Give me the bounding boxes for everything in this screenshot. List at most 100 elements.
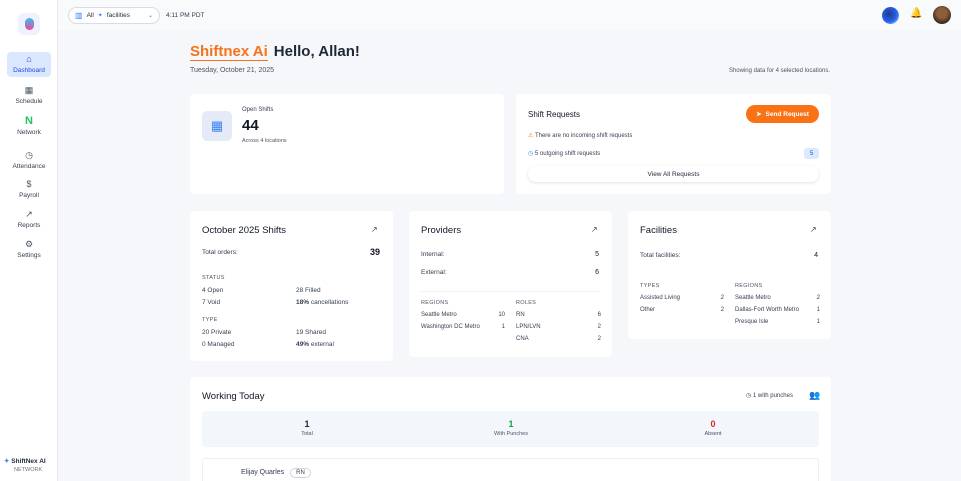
monthly-shifts-card[interactable]: October 2025 Shifts ↗ Total orders: 39 S…: [190, 211, 393, 361]
app-logo[interactable]: [18, 13, 40, 35]
sidebar-item-settings[interactable]: ⚙ Settings: [7, 239, 51, 259]
regions-caption: REGIONS: [421, 300, 449, 306]
chart-icon: ↗: [25, 209, 33, 219]
punches-label: 1 with punches: [752, 393, 793, 399]
stat-with-punches-label: With Punches: [494, 431, 528, 437]
divider: [421, 291, 600, 292]
working-today-stats: 1 Total 1 With Punches 0 Absent: [202, 411, 819, 447]
facility-region-name: Dallas-Fort Worth Metro: [735, 307, 799, 313]
managed-count: 0 Managed: [202, 341, 235, 348]
chevron-down-icon: ⌄: [147, 13, 153, 19]
dollar-icon: $: [26, 179, 32, 189]
facilities-title: Facilities: [640, 225, 677, 236]
sidebar-item-label: Attendance: [12, 163, 46, 170]
void-count: 7 Void: [202, 299, 221, 306]
stat-total-value: 1: [304, 419, 310, 429]
stat-total-label: Total: [301, 431, 313, 437]
role-count: 6: [597, 312, 601, 318]
brand-icon: ✦: [4, 458, 10, 465]
internal-value: 5: [595, 251, 599, 258]
greeting: Hello, Allan!: [273, 43, 360, 60]
sidebar-item-label: Schedule: [15, 98, 43, 105]
working-today-card: Working Today ◷ 1 with punches 👥 1 Total…: [190, 377, 831, 481]
open-shifts-label: Open Shifts: [242, 107, 274, 113]
arrow-up-right-icon[interactable]: ↗: [591, 225, 598, 234]
facility-region-name: Seattle Metro: [735, 295, 771, 301]
locations-notice: Showing data for 4 selected locations.: [728, 68, 830, 74]
providers-card[interactable]: Providers ↗ Internal: 5 External: 6 REGI…: [409, 211, 612, 357]
current-date: Tuesday, October 21, 2025: [190, 67, 275, 74]
facility-label: facilities: [106, 12, 130, 19]
calendar-icon: ▦: [202, 111, 232, 141]
network-logo-icon: N: [25, 115, 33, 127]
sidebar-item-reports[interactable]: ↗ Reports: [7, 209, 51, 229]
facility-type-count: 2: [720, 295, 724, 301]
ai-assistant-orb-icon[interactable]: [882, 7, 899, 24]
open-count: 4 Open: [202, 287, 224, 294]
logo-mark-icon: [24, 18, 34, 30]
regions-caption: REGIONS: [735, 283, 763, 289]
shift-requests-card: Shift Requests ➤ Send Request ⚠ There ar…: [516, 94, 831, 194]
facility-region-count: 1: [816, 319, 820, 325]
sidebar-item-attendance[interactable]: ◷ Attendance: [7, 150, 51, 170]
total-facilities-label: Total facilities:: [640, 252, 681, 259]
send-request-label: Send Request: [765, 110, 809, 118]
arrow-up-right-icon[interactable]: ↗: [371, 225, 378, 234]
region-name: Seattle Metro: [421, 312, 457, 318]
punches-indicator: ◷ 1 with punches: [746, 392, 793, 399]
top-bar: ▥ All ✦ facilities ⌄ 4:11 PM PDT 🔔: [58, 0, 961, 30]
facility-type-name: Other: [640, 307, 656, 313]
open-shifts-card[interactable]: ▦ Open Shifts 44 Across 4 locations: [190, 94, 504, 194]
view-all-requests-button[interactable]: View All Requests: [528, 166, 819, 182]
facilities-card[interactable]: Facilities ↗ Total facilities: 4 TYPES A…: [628, 211, 831, 339]
sidebar-item-label: Dashboard: [13, 67, 45, 74]
users-icon[interactable]: 👥: [809, 390, 820, 401]
open-shifts-count: 44: [242, 117, 259, 134]
sidebar-item-schedule[interactable]: ▦ Schedule: [7, 85, 51, 105]
worker-row[interactable]: Elijay Quarles RN: [202, 458, 819, 481]
working-today-title: Working Today: [202, 391, 265, 402]
external-stat: 49% external: [296, 341, 334, 348]
clock-icon: ◷: [746, 393, 752, 399]
stat-with-punches: 1 With Punches: [451, 419, 571, 437]
external-value: 6: [595, 269, 599, 276]
brand-title: Shiftnex Ai: [190, 43, 268, 61]
facility-logo-icon: ✦: [97, 13, 103, 19]
building-icon: ▥: [75, 11, 83, 20]
external-label: External:: [421, 269, 447, 276]
facility-prefix: All: [86, 12, 94, 19]
external-pct: 49%: [296, 341, 310, 348]
cancellations-stat: 18% cancellations: [296, 299, 348, 306]
role-name: CNA: [516, 336, 529, 342]
facility-region-count: 1: [816, 307, 820, 313]
facility-selector[interactable]: ▥ All ✦ facilities ⌄: [68, 7, 160, 24]
monthly-shifts-title: October 2025 Shifts: [202, 225, 286, 236]
arrow-up-right-icon[interactable]: ↗: [810, 225, 817, 234]
worker-entry: Elijay Quarles RN: [241, 468, 311, 478]
shared-count: 19 Shared: [296, 329, 326, 336]
current-time: 4:11 PM PDT: [166, 12, 205, 19]
role-count: 2: [597, 336, 601, 342]
stat-with-punches-value: 1: [508, 419, 514, 429]
clock-icon: ◷: [25, 150, 33, 160]
sidebar-item-payroll[interactable]: $ Payroll: [7, 179, 51, 199]
role-name: LPN/LVN: [516, 324, 541, 330]
total-orders-value: 39: [369, 247, 380, 257]
stat-absent-label: Absent: [704, 431, 722, 437]
notification-bell-icon[interactable]: 🔔: [910, 8, 922, 19]
sidebar-item-label: Settings: [17, 252, 41, 259]
region-count: 10: [498, 312, 505, 318]
send-icon: ➤: [756, 111, 762, 118]
sidebar-item-network[interactable]: N Network: [7, 115, 51, 137]
stat-absent: 0 Absent: [653, 419, 773, 437]
cancellations-label: cancellations: [310, 299, 349, 306]
send-request-button[interactable]: ➤ Send Request: [746, 105, 819, 123]
user-avatar[interactable]: [933, 6, 951, 24]
stat-total: 1 Total: [247, 419, 367, 437]
facility-region-name: Presque Isle: [735, 319, 769, 325]
shift-requests-title: Shift Requests: [528, 110, 581, 119]
sidebar-item-dashboard[interactable]: ⌂ Dashboard: [7, 52, 51, 77]
external-label: external: [310, 341, 334, 348]
private-count: 20 Private: [202, 329, 232, 336]
cancellations-pct: 18%: [296, 299, 310, 306]
